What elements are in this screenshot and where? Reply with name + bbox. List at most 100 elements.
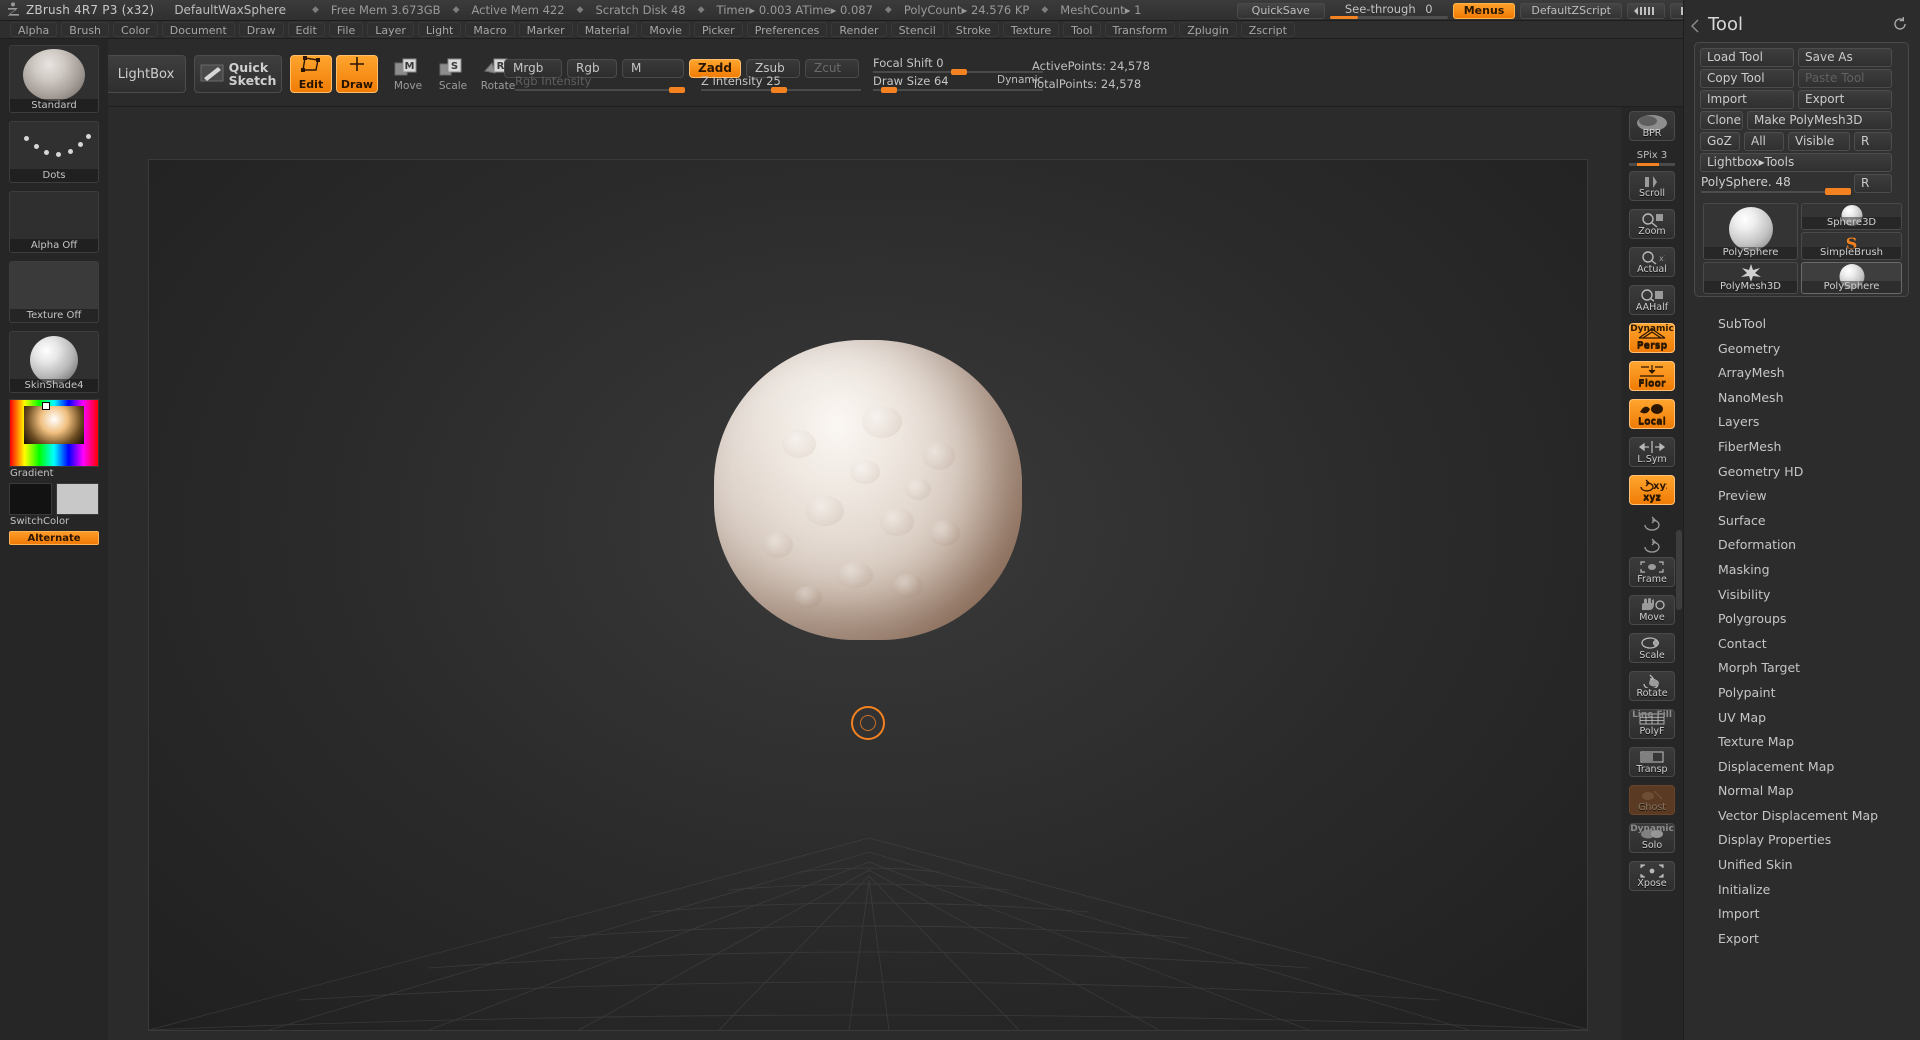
color-sv-square[interactable]: [24, 406, 84, 444]
lightbox-button[interactable]: LightBox: [106, 55, 186, 93]
scale-view-icon-box[interactable]: Scale: [1629, 633, 1675, 663]
color-cursor[interactable]: [42, 402, 50, 410]
tool-subpalette-uv-map[interactable]: UV Map: [1684, 706, 1920, 731]
viewport[interactable]: [148, 159, 1588, 1031]
menu-item-color[interactable]: Color: [113, 22, 158, 37]
tool-subpalette-normal-map[interactable]: Normal Map: [1684, 779, 1920, 804]
export-button[interactable]: Export: [1798, 90, 1892, 109]
menu-item-file[interactable]: File: [328, 22, 364, 37]
rotate-y-icon[interactable]: [1629, 513, 1675, 533]
local-button[interactable]: Local: [1629, 399, 1675, 429]
tool-subpalette-preview[interactable]: Preview: [1684, 484, 1920, 509]
back-arrow-icon[interactable]: [1689, 18, 1701, 33]
tool-thumb-simplebrush[interactable]: S SimpleBrush: [1801, 232, 1902, 260]
tool-thumb-polysphere-large[interactable]: PolySphere: [1703, 203, 1798, 260]
ghost-icon-box[interactable]: Ghost: [1629, 785, 1675, 815]
local-symmetry-button[interactable]: L.Sym: [1629, 437, 1675, 467]
see-through-track[interactable]: [1329, 15, 1448, 19]
menu-item-texture[interactable]: Texture: [1002, 22, 1060, 37]
draw-size-slider[interactable]: Draw Size 64 Dynamic: [873, 74, 1043, 95]
spix-track[interactable]: [1629, 163, 1675, 166]
switch-color-swatches[interactable]: [9, 483, 99, 515]
menu-item-render[interactable]: Render: [831, 22, 887, 37]
make-polymesh3d-button[interactable]: Make PolyMesh3D: [1747, 111, 1892, 130]
tool-subpalette-geometry[interactable]: Geometry: [1684, 337, 1920, 362]
tool-subpalette-surface[interactable]: Surface: [1684, 509, 1920, 534]
tool-subpalette-visibility[interactable]: Visibility: [1684, 583, 1920, 608]
zoom-button[interactable]: Zoom: [1629, 209, 1675, 239]
quicksave-button[interactable]: QuickSave: [1236, 2, 1325, 19]
draw-button[interactable]: Draw: [336, 55, 378, 93]
scroll-button[interactable]: Scroll: [1629, 171, 1675, 201]
aahalf-icon-box[interactable]: AAHalf: [1629, 285, 1675, 315]
xyz-button[interactable]: xyzxyz: [1629, 475, 1675, 505]
zscript-button[interactable]: DefaultZScript: [1520, 2, 1622, 19]
material-swatch[interactable]: SkinShade4: [9, 331, 99, 393]
rgb-intensity-slider[interactable]: Rgb Intensity: [515, 74, 685, 95]
perspective-icon-box[interactable]: Dynamic Persp: [1629, 323, 1675, 353]
tool-item-handle[interactable]: [1825, 188, 1851, 195]
tool-subpalette-vector-displacement-map[interactable]: Vector Displacement Map: [1684, 804, 1920, 829]
transparency-icon-box[interactable]: Transp: [1629, 747, 1675, 777]
menu-item-movie[interactable]: Movie: [641, 22, 690, 37]
primary-color-swatch[interactable]: [9, 483, 52, 515]
all-button[interactable]: All: [1744, 132, 1784, 151]
tool-subpalette-nanomesh[interactable]: NanoMesh: [1684, 386, 1920, 411]
tool-item-slider[interactable]: PolySphere. 48: [1701, 175, 1851, 196]
local-transform-icon-box[interactable]: Local: [1629, 399, 1675, 429]
tool-subpalette-subtool[interactable]: SubTool: [1684, 312, 1920, 337]
tool-subpalette-layers[interactable]: Layers: [1684, 410, 1920, 435]
xpose-icon-box[interactable]: Xpose: [1629, 861, 1675, 891]
scroll-icon-box[interactable]: Scroll: [1629, 171, 1675, 201]
tool-subpalette-arraymesh[interactable]: ArrayMesh: [1684, 361, 1920, 386]
menu-item-material[interactable]: Material: [576, 22, 638, 37]
visible-button[interactable]: Visible: [1788, 132, 1850, 151]
bpr-button[interactable]: BPR: [1629, 111, 1675, 141]
bpr-box[interactable]: BPR: [1629, 111, 1675, 141]
actual-button[interactable]: x1Actual: [1629, 247, 1675, 277]
tool-subpalette-displacement-map[interactable]: Displacement Map: [1684, 755, 1920, 780]
tool-item-r-button[interactable]: R: [1854, 174, 1892, 193]
rotate-y-icon[interactable]: [1629, 513, 1675, 533]
menu-item-tool[interactable]: Tool: [1063, 22, 1101, 37]
menu-item-marker[interactable]: Marker: [518, 22, 573, 37]
tool-subpalette-export[interactable]: Export: [1684, 927, 1920, 952]
menu-item-light[interactable]: Light: [417, 22, 462, 37]
move-hand-icon-box[interactable]: Move: [1629, 595, 1675, 625]
frame-icon-box[interactable]: Frame: [1629, 557, 1675, 587]
menus-button[interactable]: Menus: [1452, 2, 1516, 19]
scroll-left-icon[interactable]: [1627, 2, 1665, 19]
actual-size-icon-box[interactable]: x1Actual: [1629, 247, 1675, 277]
rotate-view-button[interactable]: Rotate: [1629, 671, 1675, 701]
xpose-button[interactable]: Xpose: [1629, 861, 1675, 891]
tool-subpalette-masking[interactable]: Masking: [1684, 558, 1920, 583]
menu-item-transform[interactable]: Transform: [1104, 22, 1176, 37]
quick-sketch-button[interactable]: Quick Sketch: [194, 55, 282, 93]
tool-subpalette-morph-target[interactable]: Morph Target: [1684, 656, 1920, 681]
xyz-rotate-icon-box[interactable]: xyzxyz: [1629, 475, 1675, 505]
menu-item-edit[interactable]: Edit: [287, 22, 325, 37]
clone-button[interactable]: Clone: [1700, 111, 1743, 130]
tool-r-button[interactable]: R: [1854, 132, 1892, 151]
menu-item-layer[interactable]: Layer: [367, 22, 414, 37]
floor-button[interactable]: Floor: [1629, 361, 1675, 391]
stroke-swatch[interactable]: Dots: [9, 121, 99, 183]
spix-slider[interactable]: SPix 3: [1629, 149, 1675, 166]
tool-thumb-sphere3d[interactable]: Sphere3D: [1801, 203, 1902, 230]
z-intensity-slider[interactable]: Z Intensity 25: [701, 74, 861, 95]
zoom-icon-box[interactable]: Zoom: [1629, 209, 1675, 239]
polysphere-mesh[interactable]: [714, 340, 1022, 640]
tray-scrollbar[interactable]: [1676, 530, 1682, 610]
menu-item-stroke[interactable]: Stroke: [947, 22, 999, 37]
tool-subpalette-texture-map[interactable]: Texture Map: [1684, 730, 1920, 755]
save-as-button[interactable]: Save As: [1798, 48, 1892, 67]
z-intensity-handle[interactable]: [771, 87, 787, 93]
edit-button[interactable]: Edit: [290, 55, 332, 93]
tool-subpalette-display-properties[interactable]: Display Properties: [1684, 828, 1920, 853]
solo-icon-box[interactable]: Dynamic Solo: [1629, 823, 1675, 853]
solo-button[interactable]: Dynamic Solo: [1629, 823, 1675, 853]
lightbox-tools-button[interactable]: Lightbox▸Tools: [1700, 153, 1892, 172]
tool-subpalette-polygroups[interactable]: Polygroups: [1684, 607, 1920, 632]
goz-button[interactable]: GoZ: [1700, 132, 1740, 151]
menu-item-draw[interactable]: Draw: [238, 22, 284, 37]
